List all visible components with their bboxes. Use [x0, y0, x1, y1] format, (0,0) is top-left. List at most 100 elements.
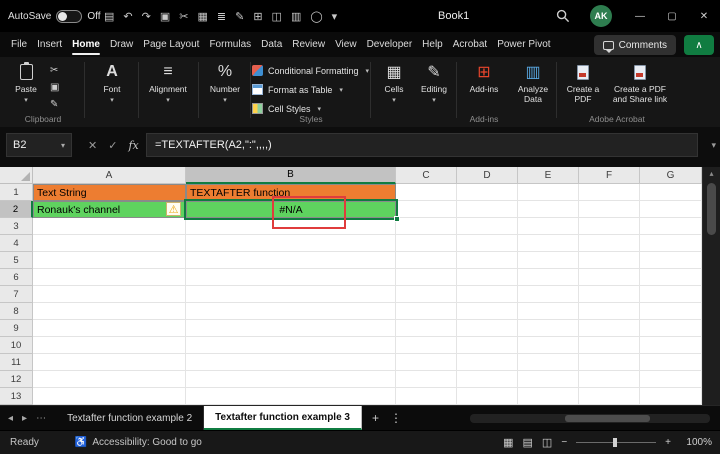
zoom-level[interactable]: 100%	[680, 437, 712, 448]
zoom-knob[interactable]	[613, 438, 617, 447]
cell-d5[interactable]	[457, 252, 518, 269]
analyze-data-button[interactable]: ▥ Analyze Data	[510, 61, 556, 105]
cell-a7[interactable]	[33, 286, 186, 303]
cell-d8[interactable]	[457, 303, 518, 320]
cell-b9[interactable]	[186, 320, 396, 337]
cell-a2[interactable]: Ronauk's channel	[33, 201, 186, 218]
comments-button[interactable]: Comments	[594, 35, 676, 55]
row-header-2[interactable]: 2	[0, 201, 33, 218]
ribbon-tab-formulas[interactable]: Formulas	[204, 32, 256, 57]
column-header-a[interactable]: A	[33, 167, 186, 184]
cell-b8[interactable]	[186, 303, 396, 320]
paste-button[interactable]: Paste ▾	[8, 61, 44, 104]
insert-function-icon[interactable]: fx	[128, 139, 138, 152]
cell-f10[interactable]	[579, 337, 640, 354]
cut-button[interactable]: ✂	[50, 65, 59, 76]
cell-d2[interactable]	[457, 201, 518, 218]
cell-e3[interactable]	[518, 218, 579, 235]
cell-f13[interactable]	[579, 388, 640, 405]
row-header-4[interactable]: 4	[0, 235, 33, 252]
cell-g11[interactable]	[640, 354, 702, 371]
cell-e1[interactable]	[518, 184, 579, 201]
cell-b4[interactable]	[186, 235, 396, 252]
cell-c1[interactable]	[396, 184, 457, 201]
cell-c4[interactable]	[396, 235, 457, 252]
cut-icon[interactable]: ✂	[179, 10, 188, 23]
cell-a13[interactable]	[33, 388, 186, 405]
cell-e8[interactable]	[518, 303, 579, 320]
picture-icon[interactable]: ▦	[197, 10, 207, 23]
copy-icon[interactable]: ▣	[160, 10, 170, 23]
cell-f12[interactable]	[579, 371, 640, 388]
save-icon[interactable]: ▤	[104, 10, 114, 23]
sheet-menu-icon[interactable]: ⋮	[390, 411, 402, 425]
error-warning-icon[interactable]: ⚠	[166, 202, 181, 216]
accessibility-status[interactable]: ♿ Accessibility: Good to go	[75, 437, 202, 448]
cell-f3[interactable]	[579, 218, 640, 235]
cell-f2[interactable]	[579, 201, 640, 218]
format-painter-button[interactable]: ✎	[50, 99, 59, 110]
sheet-overflow-icon[interactable]: ⋯	[36, 413, 46, 424]
cell-b13[interactable]	[186, 388, 396, 405]
sheet-nav-right-icon[interactable]: ▸	[22, 413, 27, 424]
cell-g1[interactable]	[640, 184, 702, 201]
zoom-slider[interactable]	[576, 438, 656, 448]
ribbon-tab-developer[interactable]: Developer	[362, 32, 418, 57]
cell-d9[interactable]	[457, 320, 518, 337]
row-header-13[interactable]: 13	[0, 388, 33, 405]
cell-e10[interactable]	[518, 337, 579, 354]
vertical-scrollbar[interactable]: ▴	[702, 167, 720, 405]
font-button[interactable]: A Font ▾	[90, 61, 134, 104]
cell-c8[interactable]	[396, 303, 457, 320]
cell-g13[interactable]	[640, 388, 702, 405]
cell-f11[interactable]	[579, 354, 640, 371]
row-header-5[interactable]: 5	[0, 252, 33, 269]
vertical-scroll-thumb[interactable]	[707, 183, 716, 235]
person-icon[interactable]: ◯	[310, 10, 322, 23]
column-header-d[interactable]: D	[457, 167, 518, 184]
autosave-switch[interactable]	[56, 10, 82, 23]
table-icon[interactable]: ▥	[291, 10, 301, 23]
column-header-e[interactable]: E	[518, 167, 579, 184]
page-break-view-icon[interactable]: ◫	[542, 436, 552, 449]
cell-b6[interactable]	[186, 269, 396, 286]
cell-a3[interactable]	[33, 218, 186, 235]
cell-g2[interactable]	[640, 201, 702, 218]
cell-b11[interactable]	[186, 354, 396, 371]
cell-f4[interactable]	[579, 235, 640, 252]
cell-c10[interactable]	[396, 337, 457, 354]
cell-e6[interactable]	[518, 269, 579, 286]
cell-d4[interactable]	[457, 235, 518, 252]
cell-g4[interactable]	[640, 235, 702, 252]
select-all-button[interactable]	[0, 167, 33, 184]
cell-g9[interactable]	[640, 320, 702, 337]
create-pdf-share-button[interactable]: Create a PDF and Share link	[608, 61, 672, 105]
add-ins-button[interactable]: ⊞ Add-ins	[462, 61, 506, 95]
cells-button[interactable]: ▦ Cells ▾	[376, 61, 412, 104]
autosave-toggle[interactable]: AutoSave Off	[8, 0, 101, 32]
ribbon-tab-power-pivot[interactable]: Power Pivot	[492, 32, 555, 57]
column-header-g[interactable]: G	[640, 167, 702, 184]
row-header-1[interactable]: 1	[0, 184, 33, 201]
share-button[interactable]: ∧	[684, 35, 714, 55]
column-header-b[interactable]: B	[186, 167, 396, 184]
zoom-in-button[interactable]: +	[665, 437, 671, 448]
cell-f8[interactable]	[579, 303, 640, 320]
cell-c6[interactable]	[396, 269, 457, 286]
cell-a1[interactable]: Text String	[33, 184, 186, 201]
horizontal-scroll-thumb[interactable]	[565, 415, 650, 422]
ribbon-tab-file[interactable]: File	[6, 32, 32, 57]
editing-button[interactable]: ✎ Editing ▾	[416, 61, 452, 104]
ribbon-tab-view[interactable]: View	[330, 32, 362, 57]
cell-c7[interactable]	[396, 286, 457, 303]
avatar[interactable]: AK	[590, 5, 612, 27]
cell-d13[interactable]	[457, 388, 518, 405]
number-button[interactable]: % Number ▾	[202, 61, 248, 104]
cell-e7[interactable]	[518, 286, 579, 303]
cell-a5[interactable]	[33, 252, 186, 269]
zoom-out-button[interactable]: −	[561, 437, 567, 448]
maximize-button[interactable]: ▢	[656, 0, 688, 32]
cell-f1[interactable]	[579, 184, 640, 201]
undo-icon[interactable]: ↶	[123, 10, 132, 23]
alignment-button[interactable]: ≡ Alignment ▾	[142, 61, 194, 104]
